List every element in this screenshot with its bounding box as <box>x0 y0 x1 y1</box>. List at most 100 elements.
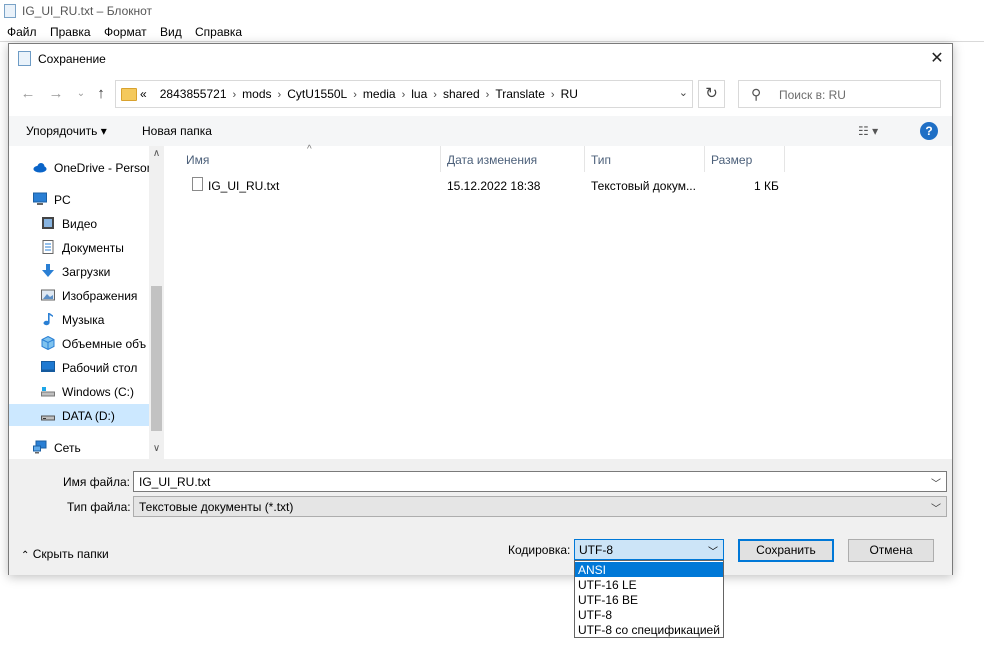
nav-item-label: Загрузки <box>62 265 111 279</box>
breadcrumb-overflow[interactable]: « <box>140 87 147 101</box>
view-options-icon[interactable]: ☷ ▾ <box>858 124 878 138</box>
nav-item-onedrive[interactable]: OneDrive - Person <box>9 156 153 178</box>
column-divider[interactable] <box>704 146 705 172</box>
nav-item-documents[interactable]: Документы <box>9 236 149 258</box>
chevron-down-icon[interactable]: ⌄ <box>71 84 91 104</box>
save-fields-panel: Имя файла: IG_UI_RU.txt ﹀ Тип файла: Тек… <box>9 459 952 575</box>
filename-input[interactable]: IG_UI_RU.txt ﹀ <box>133 471 947 492</box>
save-dialog: Сохранение ✕ ← → ⌄ ↑ « 2843855721 › mods › C… <box>8 43 953 575</box>
breadcrumb: « 2843855721 › mods › CytU1550L › media › lua › sh… <box>140 87 578 101</box>
filetype-select[interactable]: Текстовые документы (*.txt) ﹀ <box>133 496 947 517</box>
menu-view[interactable]: Вид <box>160 25 182 39</box>
drive-c-icon <box>41 387 55 397</box>
nav-item-desktop[interactable]: Рабочий стол <box>9 356 149 378</box>
save-button[interactable]: Сохранить <box>738 539 834 562</box>
pictures-icon <box>41 289 55 301</box>
new-folder-button[interactable]: Новая папка <box>142 124 212 138</box>
nav-item-video[interactable]: Видео <box>9 212 149 234</box>
address-bar[interactable]: « 2843855721 › mods › CytU1550L › media › lua › sh… <box>115 80 693 108</box>
encoding-option-utf8[interactable]: UTF-8 <box>575 607 723 622</box>
text-file-icon <box>192 177 203 191</box>
nav-item-pc[interactable]: PC <box>9 188 149 210</box>
nav-item-drive-d[interactable]: DATA (D:) <box>9 404 149 426</box>
menu-help[interactable]: Справка <box>195 25 242 39</box>
nav-item-label: Сеть <box>54 441 81 455</box>
chevron-down-icon[interactable]: ﹀ <box>931 500 941 515</box>
scroll-down-icon[interactable]: ∨ <box>149 443 164 454</box>
file-list: ^ Имя Дата изменения Тип Размер IG_UI_RU… <box>164 144 952 459</box>
column-divider[interactable] <box>440 146 441 172</box>
close-button[interactable]: ✕ <box>922 44 952 74</box>
encoding-option-ansi[interactable]: ANSI <box>575 562 723 577</box>
chevron-down-icon[interactable]: ﹀ <box>708 543 718 558</box>
address-dropdown-icon[interactable]: ⌄ <box>679 86 688 99</box>
music-icon <box>43 313 53 326</box>
nav-item-network[interactable]: Сеть <box>9 436 149 458</box>
breadcrumb-item[interactable]: RU <box>561 87 578 101</box>
command-toolbar: Упорядочить ▾ Новая папка ☷ ▾ ? <box>9 116 952 146</box>
navigation-pane: OneDrive - Person PC Видео Документы Заг… <box>9 146 164 459</box>
nav-item-pictures[interactable]: Изображения <box>9 284 149 306</box>
scrollbar-thumb[interactable] <box>151 286 162 431</box>
forward-arrow-icon[interactable]: → <box>46 84 66 104</box>
file-type: Текстовый докум... <box>591 179 696 193</box>
file-name: IG_UI_RU.txt <box>208 179 280 193</box>
breadcrumb-item[interactable]: Translate <box>495 87 545 101</box>
dialog-icon <box>18 51 31 66</box>
nav-item-label: DATA (D:) <box>62 409 115 423</box>
breadcrumb-item[interactable]: media <box>363 87 396 101</box>
encoding-option-utf16le[interactable]: UTF-16 LE <box>575 577 723 592</box>
filetype-value: Текстовые документы (*.txt) <box>139 500 294 514</box>
breadcrumb-item[interactable]: mods <box>242 87 271 101</box>
column-divider[interactable] <box>584 146 585 172</box>
nav-item-label: Рабочий стол <box>62 361 138 375</box>
nav-item-music[interactable]: Музыка <box>9 308 149 330</box>
desktop-icon <box>41 361 55 372</box>
help-icon[interactable]: ? <box>920 122 938 140</box>
search-input[interactable]: ⚲ Поиск в: RU <box>738 80 941 108</box>
breadcrumb-item[interactable]: shared <box>443 87 480 101</box>
dialog-titlebar: Сохранение ✕ <box>9 44 952 74</box>
folder-icon <box>121 88 137 101</box>
hide-folders-button[interactable]: ⌃ Скрыть папки <box>21 547 109 561</box>
column-divider[interactable] <box>784 146 785 172</box>
notepad-titlebar: IG_UI_RU.txt – Блокнот <box>0 0 984 22</box>
encoding-option-utf8-bom[interactable]: UTF-8 со спецификацией <box>575 622 723 637</box>
notepad-menubar: Файл Правка Формат Вид Справка <box>0 23 984 41</box>
search-icon: ⚲ <box>751 86 762 102</box>
encoding-select[interactable]: UTF-8 ﹀ <box>574 539 724 560</box>
nav-item-drive-c[interactable]: Windows (C:) <box>9 380 149 402</box>
refresh-icon[interactable]: ↻ <box>698 80 725 108</box>
encoding-label: Кодировка: <box>508 543 571 557</box>
downloads-icon <box>42 264 54 277</box>
nav-pane-scrollbar[interactable]: ∧ ∨ <box>149 146 164 459</box>
filetype-label: Тип файла: <box>67 500 131 514</box>
navigation-bar: ← → ⌄ ↑ « 2843855721 › mods › CytU1550L › medi… <box>9 74 952 116</box>
computer-icon <box>33 192 47 205</box>
onedrive-icon <box>33 163 47 173</box>
nav-item-label: Windows (C:) <box>62 385 135 399</box>
up-arrow-icon[interactable]: ↑ <box>91 84 111 104</box>
organize-button[interactable]: Упорядочить ▾ <box>26 124 107 138</box>
scroll-up-icon[interactable]: ∧ <box>149 148 164 159</box>
cancel-button[interactable]: Отмена <box>848 539 934 562</box>
file-row[interactable]: IG_UI_RU.txt 15.12.2022 18:38 Текстовый … <box>164 174 784 196</box>
nav-item-label: Документы <box>62 241 124 255</box>
nav-item-3d-objects[interactable]: Объемные объ <box>9 332 149 354</box>
hide-folders-label: Скрыть папки <box>32 547 109 561</box>
menu-file[interactable]: Файл <box>7 25 37 39</box>
menu-format[interactable]: Формат <box>104 25 147 39</box>
nav-item-downloads[interactable]: Загрузки <box>9 260 149 282</box>
breadcrumb-item[interactable]: CytU1550L <box>287 87 347 101</box>
search-placeholder: Поиск в: RU <box>779 88 846 102</box>
filename-value: IG_UI_RU.txt <box>139 475 211 489</box>
network-icon <box>33 440 47 454</box>
breadcrumb-item[interactable]: lua <box>411 87 427 101</box>
back-arrow-icon[interactable]: ← <box>18 84 38 104</box>
nav-item-label: Музыка <box>62 313 105 327</box>
menu-edit[interactable]: Правка <box>50 25 91 39</box>
sort-arrow-icon: ^ <box>307 144 312 155</box>
encoding-option-utf16be[interactable]: UTF-16 BE <box>575 592 723 607</box>
breadcrumb-item[interactable]: 2843855721 <box>160 87 227 101</box>
chevron-down-icon[interactable]: ﹀ <box>931 475 941 490</box>
